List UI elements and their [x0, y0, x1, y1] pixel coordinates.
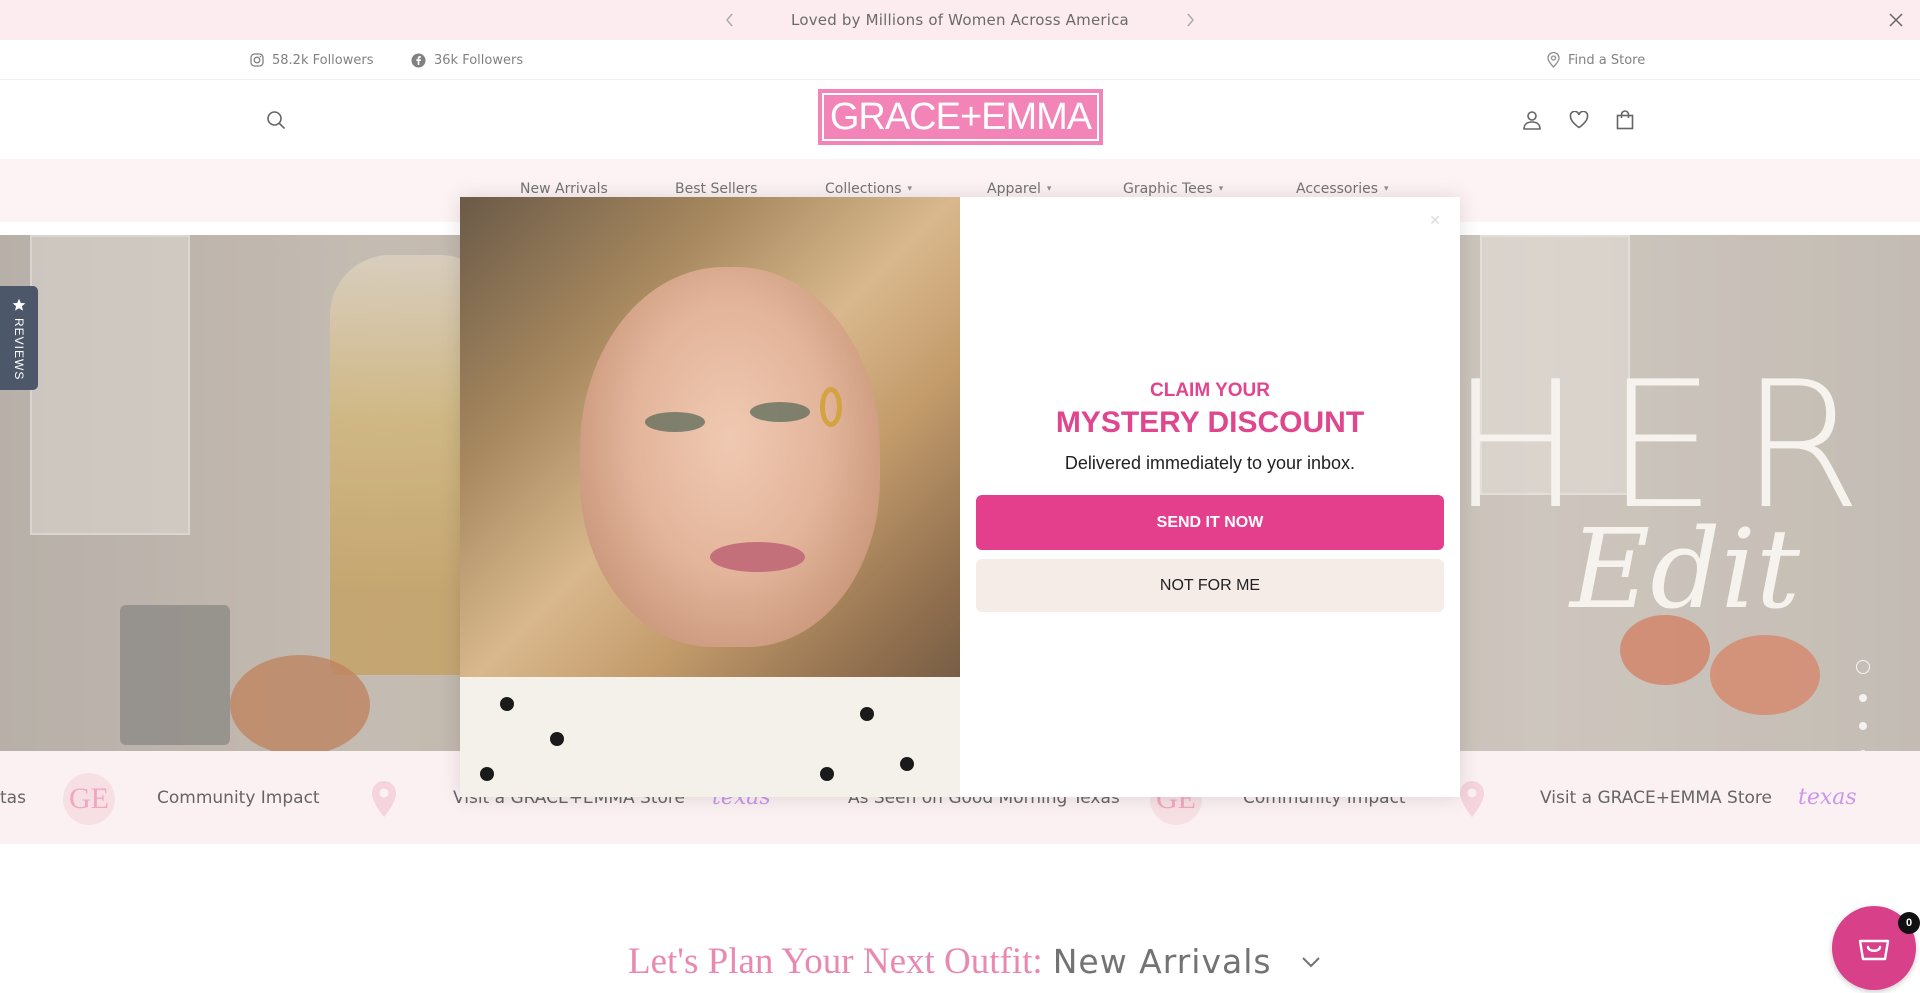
floating-cart-button[interactable]: 0 [1832, 906, 1920, 990]
popup-kicker: CLAIM YOUR [1150, 380, 1270, 401]
photo-earring-shape [820, 387, 842, 427]
close-icon[interactable]: ✕ [1424, 209, 1446, 231]
photo-eye-shape [750, 402, 810, 422]
popup-title: MYSTERY DISCOUNT [1055, 406, 1365, 439]
photo-blouse-shape [460, 677, 960, 797]
popup-content: ✕ CLAIM YOUR MYSTERY DISCOUNT Delivered … [960, 197, 1460, 797]
discount-popup: ✕ CLAIM YOUR MYSTERY DISCOUNT Delivered … [460, 197, 1460, 797]
photo-lips-shape [710, 542, 805, 572]
cart-basket-icon [1858, 939, 1890, 961]
not-for-me-button[interactable]: NOT FOR ME [976, 559, 1444, 612]
photo-eye-shape [645, 412, 705, 432]
cart-count-badge: 0 [1898, 912, 1920, 934]
send-it-now-button[interactable]: SEND IT NOW [976, 495, 1444, 550]
popup-subtitle: Delivered immediately to your inbox. [1064, 453, 1356, 473]
popup-model-photo [460, 197, 960, 797]
photo-face-shape [580, 267, 880, 647]
